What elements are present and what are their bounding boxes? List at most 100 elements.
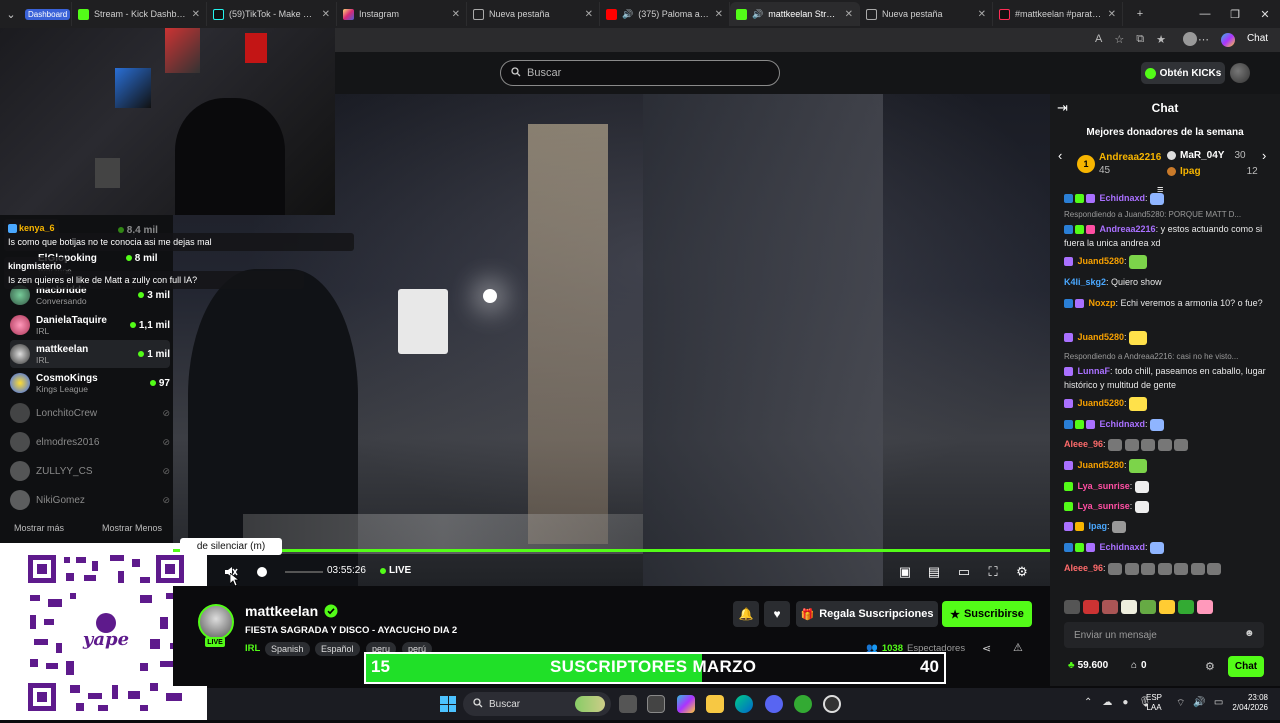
browser-toolbar: A ☆ ⧉ ★ ⋯ Chat: [335, 28, 1280, 52]
chevron-right-icon[interactable]: ›: [1262, 148, 1266, 163]
show-less-link[interactable]: Mostrar Menos: [102, 523, 162, 533]
offline-icon: ⊘: [162, 436, 170, 447]
sidebar-item-nikigomez[interactable]: NikiGomez ⊘: [10, 486, 170, 514]
share-icon[interactable]: ⋖: [982, 642, 991, 655]
category-link[interactable]: IRL: [245, 643, 260, 654]
tab-kick-dashboard[interactable]: Stream - Kick Dashboard ✕: [72, 2, 207, 26]
overlay-chat-message: Is zen quieres el like de Matt a zully c…: [4, 271, 304, 289]
get-kicks-button[interactable]: Obtén KICKs: [1141, 62, 1225, 84]
show-more-link[interactable]: Mostrar más: [14, 523, 64, 533]
gift-box-icon: ⌂: [1131, 660, 1138, 671]
gift-counter[interactable]: ⌂ 0: [1131, 660, 1147, 671]
minimize-icon[interactable]: —: [1190, 8, 1220, 20]
tag-chip[interactable]: Español: [315, 642, 360, 656]
settings-gear-icon[interactable]: ⚙: [1013, 563, 1031, 581]
more-icon[interactable]: ⋯: [1198, 33, 1209, 47]
edge-browser-icon[interactable]: [735, 695, 753, 713]
sidebar-item-mattkeelan[interactable]: mattkeelan IRL 1 mil: [10, 340, 170, 368]
tab-actions-icon[interactable]: ⌄: [0, 3, 22, 25]
webcam-person: [175, 98, 285, 215]
donor-second[interactable]: MaR_04Y 30: [1167, 150, 1246, 161]
mouse-cursor-icon: [229, 572, 241, 587]
notifications-bell-icon[interactable]: 🔔: [733, 601, 759, 627]
window-close-icon[interactable]: ✕: [1250, 8, 1280, 21]
search-input[interactable]: Buscar: [500, 60, 780, 86]
copilot-taskbar-icon[interactable]: [677, 695, 695, 713]
cloud-icon: ☁: [1102, 697, 1113, 708]
close-icon[interactable]: ✕: [845, 9, 853, 20]
sidebar-item-lonchitocrew[interactable]: LonchitoCrew ⊘: [10, 399, 170, 427]
tab-new-tab-2[interactable]: Nueva pestaña ✕: [860, 2, 993, 26]
top-donors-title: Mejores donadores de la semana: [1086, 127, 1244, 138]
close-icon[interactable]: ✕: [452, 9, 460, 20]
quick-settings[interactable]: ⌔ 🔊 ▭: [1176, 697, 1223, 710]
copilot-icon[interactable]: [1220, 33, 1235, 47]
live-progress-bar[interactable]: [173, 549, 1050, 552]
live-indicator[interactable]: LIVE: [380, 565, 411, 576]
close-icon[interactable]: ✕: [715, 9, 723, 20]
taskbar-search-box[interactable]: Buscar: [463, 692, 611, 716]
tab-instagram[interactable]: Instagram ✕: [337, 2, 467, 26]
clip-icon[interactable]: ▤: [925, 563, 943, 581]
close-icon[interactable]: ✕: [192, 9, 200, 20]
donor-value: 12: [1246, 166, 1258, 177]
windows-start-icon[interactable]: [440, 696, 456, 712]
chat-send-button[interactable]: Chat: [1228, 656, 1264, 677]
collections-icon[interactable]: ★: [1156, 33, 1166, 47]
emoji-icon[interactable]: ☻: [1244, 628, 1255, 639]
fullscreen-icon[interactable]: ⛶: [984, 563, 1002, 581]
sidebar-item-danielataquire[interactable]: DanielaTaquire IRL 1,1 mil: [10, 311, 170, 339]
chevron-left-icon[interactable]: ‹: [1058, 148, 1062, 163]
streamer-avatar[interactable]: [198, 604, 234, 640]
extensions-icon[interactable]: ⧉: [1136, 33, 1144, 47]
volume-slider-handle[interactable]: [257, 567, 267, 577]
obs-icon[interactable]: [823, 695, 841, 713]
tab-mattkeelan-stream[interactable]: 🔊 mattkeelan Stream - \ ✕: [730, 2, 860, 26]
close-icon[interactable]: ✕: [585, 9, 593, 20]
app-icon[interactable]: [794, 695, 812, 713]
kicks-balance[interactable]: ♣ 59.600: [1068, 660, 1108, 671]
read-aloud-icon[interactable]: A: [1095, 33, 1102, 47]
avatar: [10, 403, 30, 423]
system-tray[interactable]: ⌃ ☁ ● 🎙: [1084, 697, 1151, 708]
kicks-balance-value: 59.600: [1077, 660, 1109, 671]
tab-tiktok-2[interactable]: #mattkeelan #paratiiiiiiii ✕: [993, 2, 1123, 26]
streamer-name[interactable]: mattkeelan: [245, 603, 338, 619]
sidebar-item-cosmokings[interactable]: CosmoKings Kings League 97: [10, 369, 170, 397]
donor-first[interactable]: 1 Andreaa2216 45: [1077, 151, 1161, 177]
close-icon[interactable]: ✕: [1108, 9, 1116, 20]
close-icon[interactable]: ✕: [322, 9, 330, 20]
channel-category: IRL: [36, 325, 50, 336]
new-tab-icon[interactable]: +: [1129, 3, 1151, 25]
close-icon[interactable]: ✕: [978, 9, 986, 20]
donor-third[interactable]: Ipag 12: [1167, 166, 1258, 177]
tag-chip[interactable]: Spanish: [265, 642, 310, 656]
profile-icon[interactable]: [1183, 32, 1197, 46]
tab-new-tab[interactable]: Nueva pestaña ✕: [467, 2, 600, 26]
clock[interactable]: 23:08 2/04/2026: [1226, 693, 1268, 713]
widgets-icon[interactable]: [647, 695, 665, 713]
discord-icon[interactable]: [765, 695, 783, 713]
favorite-icon[interactable]: ☆: [1114, 33, 1124, 47]
report-warning-icon[interactable]: ⚠: [1013, 641, 1023, 654]
theater-mode-icon[interactable]: ▭: [955, 563, 973, 581]
volume-slider-track[interactable]: [285, 571, 323, 573]
file-explorer-icon[interactable]: [706, 695, 724, 713]
gift-subs-button[interactable]: 🎁 Regala Suscripciones: [796, 601, 938, 627]
follow-heart-icon[interactable]: ♥: [764, 601, 790, 627]
tab-youtube[interactable]: 🔊 (375) Paloma ajena - \ ✕: [600, 2, 730, 26]
subscribe-button[interactable]: ★ Suscribirse: [942, 601, 1032, 627]
copilot-label[interactable]: Chat: [1247, 33, 1268, 47]
restore-icon[interactable]: ❐: [1220, 8, 1250, 21]
tab-tiktok[interactable]: (59)TikTok - Make Your Da ✕: [207, 2, 337, 26]
tab-dashboard[interactable]: Dashboard: [22, 2, 72, 26]
task-view-icon[interactable]: [619, 695, 637, 713]
emote-strip[interactable]: [1064, 600, 1264, 616]
pip-icon[interactable]: ▣: [896, 563, 914, 581]
chat-message-input[interactable]: Enviar un mensaje ☻: [1064, 622, 1264, 648]
chat-settings-gear-icon[interactable]: ⚙: [1205, 660, 1215, 673]
user-avatar[interactable]: [1230, 63, 1250, 83]
sidebar-item-zullyy-cs[interactable]: ZULLYY_CS ⊘: [10, 457, 170, 485]
sidebar-item-elmodres2016[interactable]: elmodres2016 ⊘: [10, 428, 170, 456]
language-indicator[interactable]: ESP LAA: [1146, 693, 1162, 713]
